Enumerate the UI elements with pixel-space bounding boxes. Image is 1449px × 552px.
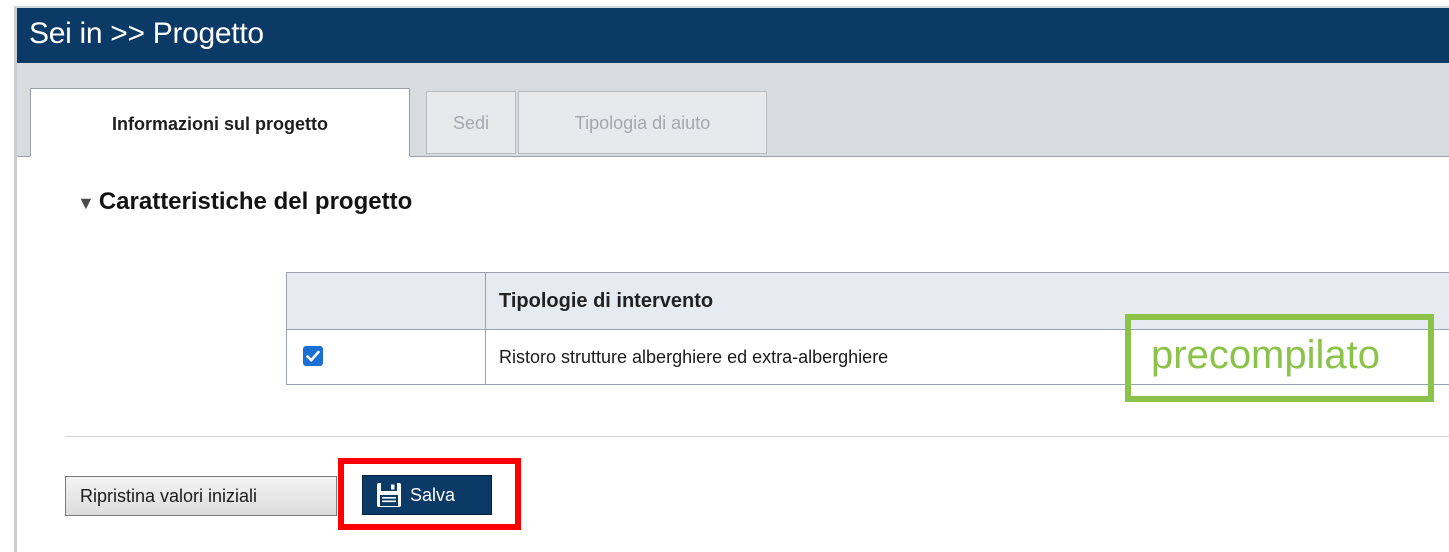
row-checkbox[interactable] — [303, 346, 323, 366]
page-title-bar: Sei in >> Progetto — [17, 8, 1449, 63]
save-button-label: Salva — [410, 485, 456, 505]
prefilled-annotation: precompilato — [1125, 314, 1434, 402]
prefilled-annotation-label: precompilato — [1151, 333, 1381, 377]
checkmark-icon — [306, 350, 320, 362]
tab-label: Informazioni sul progetto — [112, 114, 328, 134]
section-title: Caratteristiche del progetto — [98, 188, 413, 215]
divider — [65, 436, 1449, 437]
reset-button-label: Ripristina valori iniziali — [80, 486, 258, 506]
tab-tipologia-aiuto[interactable]: Tipologia di aiuto — [518, 91, 767, 154]
table-header-select — [286, 272, 486, 330]
tab-label: Tipologia di aiuto — [574, 113, 711, 133]
section-header[interactable]: ▼ Caratteristiche del progetto — [77, 188, 412, 216]
page-frame: Sei in >> Progetto Informazioni sul prog… — [14, 6, 1449, 552]
triangle-down-icon[interactable]: ▼ — [77, 193, 95, 214]
tab-label: Sedi — [452, 113, 490, 133]
page-title: Sei in >> Progetto — [29, 17, 264, 50]
table-row-select-cell — [286, 329, 486, 385]
save-button[interactable]: Salva — [362, 475, 492, 515]
tab-informazioni-progetto[interactable]: Informazioni sul progetto — [30, 88, 410, 157]
tab-strip: Informazioni sul progetto Sedi Tipologia… — [17, 63, 1449, 157]
reset-button[interactable]: Ripristina valori iniziali — [65, 476, 337, 516]
floppy-disk-icon — [377, 483, 401, 507]
tab-sedi[interactable]: Sedi — [426, 91, 516, 154]
